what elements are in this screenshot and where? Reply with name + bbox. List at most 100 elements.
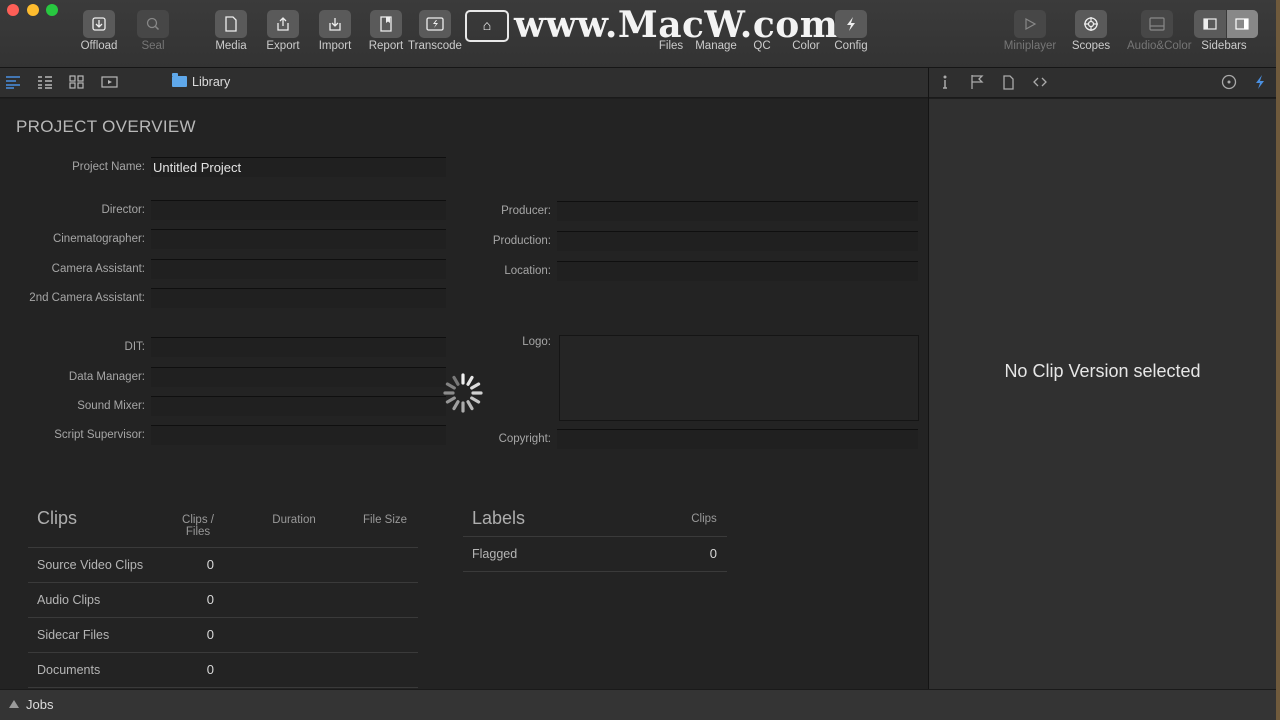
grid-view-icon[interactable] <box>69 75 84 92</box>
producer-label: Producer: <box>501 205 551 217</box>
page-title: PROJECT OVERVIEW <box>16 117 196 136</box>
project-name-field[interactable]: Untitled Project <box>151 157 446 177</box>
cinematographer-field[interactable] <box>151 229 446 249</box>
disclosure-triangle-icon[interactable] <box>9 700 19 708</box>
offload-button[interactable]: Offload <box>69 10 129 52</box>
table-row: Source Video Clips 0 <box>28 548 418 583</box>
data-manager-field[interactable] <box>151 367 446 387</box>
inspector-panel: No Clip Version selected <box>929 99 1276 689</box>
row-name: Audio Clips <box>37 593 101 607</box>
clips-files-column-header: Clips / Files <box>182 514 214 538</box>
zoom-window-button[interactable] <box>46 4 58 16</box>
close-window-button[interactable] <box>7 4 19 16</box>
seal-button[interactable]: Seal <box>123 10 183 52</box>
report-icon <box>370 10 402 38</box>
audio-color-icon <box>1141 10 1173 38</box>
miniplayer-label: Miniplayer <box>1003 40 1057 52</box>
filmstrip-view-icon[interactable] <box>101 75 118 92</box>
folder-icon <box>172 73 187 87</box>
jobs-bar[interactable]: Jobs <box>0 689 1276 720</box>
right-sidebar-toggle[interactable] <box>1225 10 1258 38</box>
code-icon[interactable] <box>1032 74 1048 93</box>
document-icon[interactable] <box>1002 74 1014 93</box>
labels-heading: Labels <box>472 508 526 528</box>
dit-field[interactable] <box>151 337 446 357</box>
script-supervisor-label: Script Supervisor: <box>54 429 145 441</box>
dit-label: DIT: <box>124 341 145 353</box>
row-name: Flagged <box>472 547 518 561</box>
clips-heading: Clips <box>37 508 78 528</box>
flag-icon[interactable] <box>970 74 984 93</box>
export-button[interactable]: Export <box>253 10 313 52</box>
director-label: Director: <box>101 204 145 216</box>
seal-label: Seal <box>141 40 165 52</box>
view-bar: Library <box>0 68 928 98</box>
minimize-window-button[interactable] <box>27 4 39 16</box>
export-icon <box>267 10 299 38</box>
export-label: Export <box>266 40 300 52</box>
sidebars-button[interactable]: Sidebars <box>1194 10 1258 52</box>
row-count: 0 <box>206 557 214 572</box>
sidebars-label: Sidebars <box>1201 40 1247 52</box>
director-field[interactable] <box>151 200 446 220</box>
sidebars-icon <box>1194 10 1258 38</box>
empty-state-message: No Clip Version selected <box>1004 361 1201 381</box>
breadcrumb-library[interactable]: Library <box>192 75 230 89</box>
config-button[interactable]: Config <box>821 10 881 52</box>
project-overview-pane: PROJECT OVERVIEW Project Name: Untitled … <box>0 99 928 689</box>
logo-label: Logo: <box>522 336 551 348</box>
jobs-label[interactable]: Jobs <box>26 697 53 712</box>
offload-label: Offload <box>80 40 118 52</box>
duration-column-header: Duration <box>272 514 316 526</box>
info-icon[interactable] <box>941 74 949 93</box>
audio-color-button[interactable]: Audio&Color <box>1127 10 1192 52</box>
left-sidebar-toggle[interactable] <box>1194 10 1226 38</box>
production-label: Production: <box>492 235 551 247</box>
config-icon <box>835 10 867 38</box>
file-size-column-header: File Size <box>362 514 408 526</box>
second-camera-assistant-label: 2nd Camera Assistant: <box>29 292 145 304</box>
config-label: Config <box>834 40 868 52</box>
logo-drop-area[interactable] <box>559 335 919 421</box>
table-row: Audio Clips 0 <box>28 583 418 618</box>
play-icon <box>1014 10 1046 38</box>
columns-view-icon[interactable] <box>37 75 53 92</box>
production-field[interactable] <box>557 231 918 251</box>
clock-icon[interactable] <box>1221 74 1237 93</box>
scopes-button[interactable]: Scopes <box>1061 10 1121 52</box>
media-icon <box>215 10 247 38</box>
row-name: Source Video Clips <box>37 558 144 572</box>
files-icon <box>655 10 687 38</box>
location-label: Location: <box>504 265 551 277</box>
data-manager-label: Data Manager: <box>68 371 145 383</box>
location-field[interactable] <box>557 261 918 281</box>
media-button[interactable]: Media <box>201 10 261 52</box>
copyright-field[interactable] <box>557 429 918 449</box>
row-count: 0 <box>206 662 214 677</box>
sound-mixer-label: Sound Mixer: <box>77 400 145 412</box>
script-supervisor-field[interactable] <box>151 425 446 445</box>
loading-spinner-icon <box>443 373 483 413</box>
seal-icon <box>137 10 169 38</box>
camera-assistant-field[interactable] <box>151 259 446 279</box>
desktop-edge <box>1276 0 1280 720</box>
second-camera-assistant-field[interactable] <box>151 288 446 308</box>
lightning-icon[interactable] <box>1254 74 1266 93</box>
transcode-button[interactable]: Transcode <box>405 10 465 52</box>
scopes-label: Scopes <box>1071 40 1111 52</box>
qc-icon <box>746 10 778 38</box>
list-view-icon[interactable] <box>5 75 21 92</box>
scopes-icon <box>1075 10 1107 38</box>
row-name: Sidecar Files <box>37 628 110 642</box>
table-row: Flagged 0 <box>463 537 727 572</box>
sound-mixer-field[interactable] <box>151 396 446 416</box>
table-row: Sidecar Files 0 <box>28 618 418 653</box>
row-count: 0 <box>709 546 717 561</box>
audio-color-label: Audio&Color <box>1127 40 1192 52</box>
camera-assistant-label: Camera Assistant: <box>51 263 145 275</box>
watermark-logo-icon: ⌂ <box>465 10 509 42</box>
miniplayer-button[interactable]: Miniplayer <box>1000 10 1060 52</box>
producer-field[interactable] <box>557 201 918 221</box>
color-icon <box>790 10 822 38</box>
copyright-label: Copyright: <box>498 433 551 445</box>
